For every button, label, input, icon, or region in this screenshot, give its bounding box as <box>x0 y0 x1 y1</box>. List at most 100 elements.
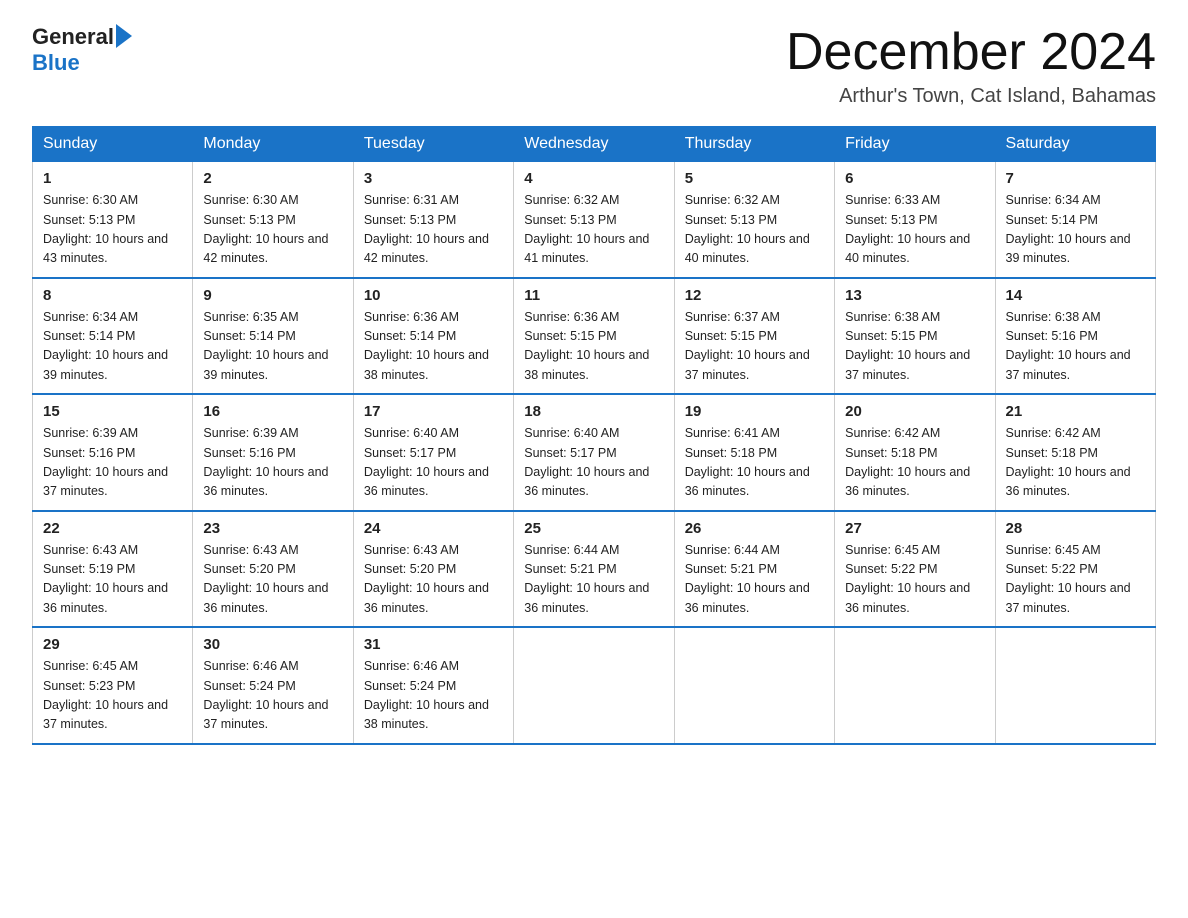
day-info: Sunrise: 6:44 AM Sunset: 5:21 PM Dayligh… <box>685 541 824 619</box>
day-info: Sunrise: 6:36 AM Sunset: 5:15 PM Dayligh… <box>524 308 663 386</box>
table-row: 8 Sunrise: 6:34 AM Sunset: 5:14 PM Dayli… <box>33 278 193 395</box>
day-number: 3 <box>364 170 503 187</box>
calendar-week-row: 22 Sunrise: 6:43 AM Sunset: 5:19 PM Dayl… <box>33 511 1156 628</box>
day-number: 17 <box>364 403 503 420</box>
table-row: 1 Sunrise: 6:30 AM Sunset: 5:13 PM Dayli… <box>33 162 193 278</box>
table-row: 4 Sunrise: 6:32 AM Sunset: 5:13 PM Dayli… <box>514 162 674 278</box>
table-row: 7 Sunrise: 6:34 AM Sunset: 5:14 PM Dayli… <box>995 162 1155 278</box>
table-row: 20 Sunrise: 6:42 AM Sunset: 5:18 PM Dayl… <box>835 394 995 511</box>
table-row: 21 Sunrise: 6:42 AM Sunset: 5:18 PM Dayl… <box>995 394 1155 511</box>
day-info: Sunrise: 6:36 AM Sunset: 5:14 PM Dayligh… <box>364 308 503 386</box>
day-number: 29 <box>43 636 182 653</box>
day-info: Sunrise: 6:38 AM Sunset: 5:16 PM Dayligh… <box>1006 308 1145 386</box>
day-info: Sunrise: 6:40 AM Sunset: 5:17 PM Dayligh… <box>524 424 663 502</box>
day-number: 24 <box>364 520 503 537</box>
day-number: 9 <box>203 287 342 304</box>
col-sunday: Sunday <box>33 127 193 162</box>
day-number: 2 <box>203 170 342 187</box>
table-row: 26 Sunrise: 6:44 AM Sunset: 5:21 PM Dayl… <box>674 511 834 628</box>
table-row: 19 Sunrise: 6:41 AM Sunset: 5:18 PM Dayl… <box>674 394 834 511</box>
day-info: Sunrise: 6:32 AM Sunset: 5:13 PM Dayligh… <box>685 191 824 269</box>
day-info: Sunrise: 6:37 AM Sunset: 5:15 PM Dayligh… <box>685 308 824 386</box>
day-number: 26 <box>685 520 824 537</box>
day-number: 16 <box>203 403 342 420</box>
calendar-header-row: Sunday Monday Tuesday Wednesday Thursday… <box>33 127 1156 162</box>
table-row: 9 Sunrise: 6:35 AM Sunset: 5:14 PM Dayli… <box>193 278 353 395</box>
day-info: Sunrise: 6:45 AM Sunset: 5:22 PM Dayligh… <box>1006 541 1145 619</box>
col-tuesday: Tuesday <box>353 127 513 162</box>
day-number: 28 <box>1006 520 1145 537</box>
logo-general: General <box>32 24 114 50</box>
day-number: 22 <box>43 520 182 537</box>
day-info: Sunrise: 6:45 AM Sunset: 5:23 PM Dayligh… <box>43 657 182 735</box>
table-row: 3 Sunrise: 6:31 AM Sunset: 5:13 PM Dayli… <box>353 162 513 278</box>
day-info: Sunrise: 6:39 AM Sunset: 5:16 PM Dayligh… <box>43 424 182 502</box>
day-number: 11 <box>524 287 663 304</box>
table-row: 23 Sunrise: 6:43 AM Sunset: 5:20 PM Dayl… <box>193 511 353 628</box>
day-info: Sunrise: 6:34 AM Sunset: 5:14 PM Dayligh… <box>43 308 182 386</box>
day-number: 25 <box>524 520 663 537</box>
table-row: 10 Sunrise: 6:36 AM Sunset: 5:14 PM Dayl… <box>353 278 513 395</box>
table-row: 6 Sunrise: 6:33 AM Sunset: 5:13 PM Dayli… <box>835 162 995 278</box>
table-row: 17 Sunrise: 6:40 AM Sunset: 5:17 PM Dayl… <box>353 394 513 511</box>
day-number: 10 <box>364 287 503 304</box>
day-info: Sunrise: 6:40 AM Sunset: 5:17 PM Dayligh… <box>364 424 503 502</box>
day-info: Sunrise: 6:45 AM Sunset: 5:22 PM Dayligh… <box>845 541 984 619</box>
day-number: 14 <box>1006 287 1145 304</box>
table-row: 2 Sunrise: 6:30 AM Sunset: 5:13 PM Dayli… <box>193 162 353 278</box>
day-number: 5 <box>685 170 824 187</box>
table-row: 18 Sunrise: 6:40 AM Sunset: 5:17 PM Dayl… <box>514 394 674 511</box>
table-row: 24 Sunrise: 6:43 AM Sunset: 5:20 PM Dayl… <box>353 511 513 628</box>
day-number: 13 <box>845 287 984 304</box>
day-number: 23 <box>203 520 342 537</box>
day-info: Sunrise: 6:31 AM Sunset: 5:13 PM Dayligh… <box>364 191 503 269</box>
day-number: 18 <box>524 403 663 420</box>
day-number: 20 <box>845 403 984 420</box>
logo-blue: Blue <box>32 50 80 76</box>
day-number: 1 <box>43 170 182 187</box>
day-info: Sunrise: 6:43 AM Sunset: 5:20 PM Dayligh… <box>203 541 342 619</box>
day-info: Sunrise: 6:35 AM Sunset: 5:14 PM Dayligh… <box>203 308 342 386</box>
calendar-week-row: 29 Sunrise: 6:45 AM Sunset: 5:23 PM Dayl… <box>33 627 1156 744</box>
day-info: Sunrise: 6:38 AM Sunset: 5:15 PM Dayligh… <box>845 308 984 386</box>
day-info: Sunrise: 6:43 AM Sunset: 5:20 PM Dayligh… <box>364 541 503 619</box>
day-info: Sunrise: 6:34 AM Sunset: 5:14 PM Dayligh… <box>1006 191 1145 269</box>
table-row: 14 Sunrise: 6:38 AM Sunset: 5:16 PM Dayl… <box>995 278 1155 395</box>
logo: General Blue <box>32 24 132 76</box>
day-info: Sunrise: 6:32 AM Sunset: 5:13 PM Dayligh… <box>524 191 663 269</box>
title-block: December 2024 Arthur's Town, Cat Island,… <box>786 24 1156 108</box>
col-thursday: Thursday <box>674 127 834 162</box>
table-row: 12 Sunrise: 6:37 AM Sunset: 5:15 PM Dayl… <box>674 278 834 395</box>
day-info: Sunrise: 6:43 AM Sunset: 5:19 PM Dayligh… <box>43 541 182 619</box>
table-row: 5 Sunrise: 6:32 AM Sunset: 5:13 PM Dayli… <box>674 162 834 278</box>
day-number: 8 <box>43 287 182 304</box>
day-number: 27 <box>845 520 984 537</box>
table-row <box>835 627 995 744</box>
table-row <box>514 627 674 744</box>
day-number: 4 <box>524 170 663 187</box>
day-info: Sunrise: 6:46 AM Sunset: 5:24 PM Dayligh… <box>203 657 342 735</box>
day-info: Sunrise: 6:42 AM Sunset: 5:18 PM Dayligh… <box>1006 424 1145 502</box>
col-wednesday: Wednesday <box>514 127 674 162</box>
calendar-week-row: 15 Sunrise: 6:39 AM Sunset: 5:16 PM Dayl… <box>33 394 1156 511</box>
day-number: 31 <box>364 636 503 653</box>
day-info: Sunrise: 6:46 AM Sunset: 5:24 PM Dayligh… <box>364 657 503 735</box>
day-info: Sunrise: 6:42 AM Sunset: 5:18 PM Dayligh… <box>845 424 984 502</box>
calendar-week-row: 1 Sunrise: 6:30 AM Sunset: 5:13 PM Dayli… <box>33 162 1156 278</box>
table-row: 11 Sunrise: 6:36 AM Sunset: 5:15 PM Dayl… <box>514 278 674 395</box>
table-row: 31 Sunrise: 6:46 AM Sunset: 5:24 PM Dayl… <box>353 627 513 744</box>
col-friday: Friday <box>835 127 995 162</box>
day-info: Sunrise: 6:44 AM Sunset: 5:21 PM Dayligh… <box>524 541 663 619</box>
day-number: 30 <box>203 636 342 653</box>
table-row: 16 Sunrise: 6:39 AM Sunset: 5:16 PM Dayl… <box>193 394 353 511</box>
calendar-week-row: 8 Sunrise: 6:34 AM Sunset: 5:14 PM Dayli… <box>33 278 1156 395</box>
day-info: Sunrise: 6:33 AM Sunset: 5:13 PM Dayligh… <box>845 191 984 269</box>
table-row: 25 Sunrise: 6:44 AM Sunset: 5:21 PM Dayl… <box>514 511 674 628</box>
day-number: 21 <box>1006 403 1145 420</box>
table-row: 22 Sunrise: 6:43 AM Sunset: 5:19 PM Dayl… <box>33 511 193 628</box>
table-row <box>674 627 834 744</box>
col-saturday: Saturday <box>995 127 1155 162</box>
logo-arrow-icon <box>116 24 132 48</box>
table-row: 28 Sunrise: 6:45 AM Sunset: 5:22 PM Dayl… <box>995 511 1155 628</box>
table-row: 15 Sunrise: 6:39 AM Sunset: 5:16 PM Dayl… <box>33 394 193 511</box>
